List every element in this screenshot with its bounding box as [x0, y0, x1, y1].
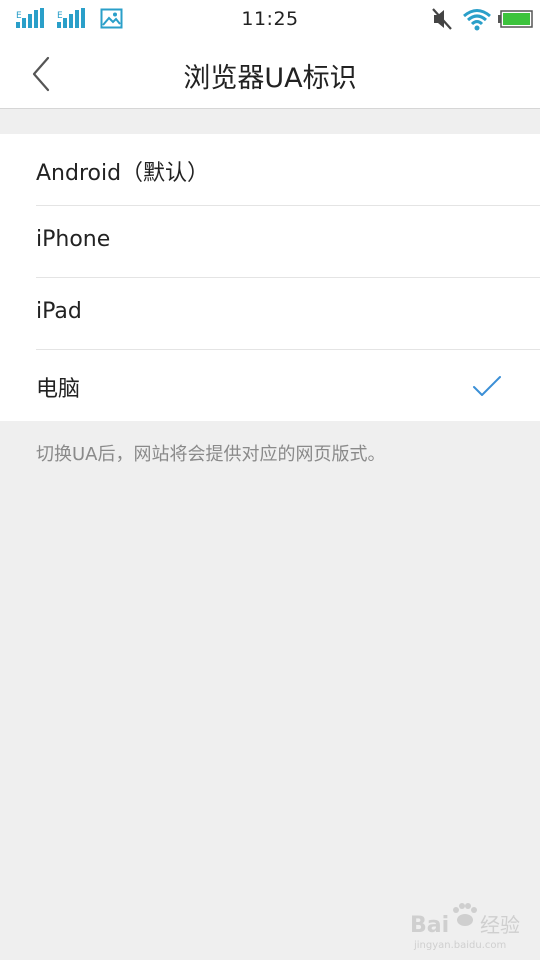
- option-desktop[interactable]: 电脑: [36, 349, 540, 421]
- option-android[interactable]: Android（默认）: [0, 134, 540, 205]
- svg-text:Bai: Bai: [410, 913, 449, 938]
- checkmark-icon: [473, 376, 501, 396]
- baidu-jingyan-watermark: Bai 经验 jingyan.baidu.com: [410, 903, 520, 951]
- page-title: 浏览器UA标识: [183, 63, 357, 94]
- option-label: Android（默认）: [36, 161, 210, 186]
- svg-text:jingyan.baidu.com: jingyan.baidu.com: [413, 940, 506, 951]
- screen: E E 11:25 浏览器UA标识 Android（默认） iPhone iPa…: [0, 0, 540, 960]
- mute-icon: [432, 8, 452, 30]
- hint-text: 切换UA后，网站将会提供对应的网页版式。: [36, 444, 386, 465]
- option-iphone[interactable]: iPhone: [36, 205, 540, 277]
- battery-icon: [498, 10, 533, 28]
- app-header: 浏览器UA标识: [0, 40, 540, 109]
- svg-text:经验: 经验: [480, 913, 520, 937]
- option-label: 电脑: [36, 377, 81, 402]
- status-bar: E E 11:25: [0, 0, 540, 40]
- option-ipad[interactable]: iPad: [36, 277, 540, 349]
- ua-option-list: Android（默认） iPhone iPad 电脑: [0, 134, 540, 421]
- wifi-icon: [463, 9, 491, 31]
- option-label: iPhone: [36, 227, 111, 252]
- option-label: iPad: [36, 299, 82, 324]
- status-time: 11:25: [241, 8, 299, 30]
